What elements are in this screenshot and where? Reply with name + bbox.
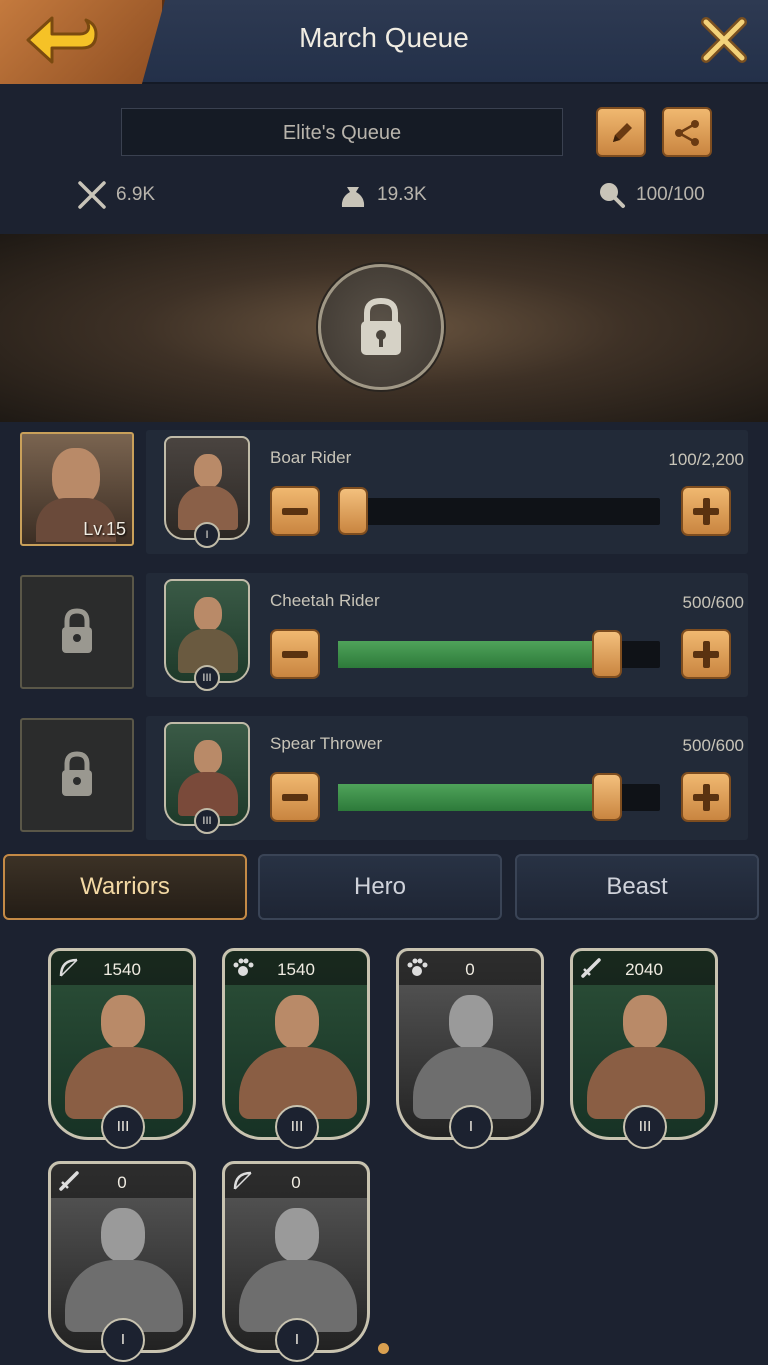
troop-portrait-head bbox=[275, 1208, 319, 1262]
header-bar: March Queue bbox=[0, 0, 768, 84]
troop-card-tier: I bbox=[275, 1318, 319, 1362]
troop-portrait-head bbox=[101, 995, 145, 1049]
troop-card[interactable]: 2040 III bbox=[570, 948, 718, 1149]
meat-icon bbox=[600, 183, 625, 208]
pencil-icon bbox=[613, 123, 632, 142]
troop-card[interactable]: 0I bbox=[222, 1161, 370, 1362]
page-indicator[interactable] bbox=[378, 1343, 389, 1354]
troop-portrait[interactable]: III bbox=[164, 722, 250, 834]
share-icon bbox=[675, 120, 699, 146]
troop-card-count: 0 bbox=[117, 1173, 127, 1192]
troop-name: Cheetah Rider bbox=[270, 591, 380, 610]
food-value: 100/100 bbox=[636, 184, 705, 205]
hero-slot-locked[interactable] bbox=[20, 575, 134, 689]
close-icon[interactable] bbox=[698, 14, 750, 66]
share-button[interactable] bbox=[662, 107, 712, 157]
count-bar: 1540 bbox=[225, 951, 367, 985]
troop-count: 500/600 bbox=[682, 593, 744, 612]
edit-button[interactable] bbox=[596, 107, 646, 157]
troop-slider[interactable] bbox=[338, 773, 660, 821]
troop-portrait-head bbox=[623, 995, 667, 1049]
troop-row: III Spear Thrower 500/600 bbox=[146, 716, 748, 840]
tier-badge: III bbox=[194, 808, 220, 834]
troop-count: 100/2,200 bbox=[668, 450, 744, 469]
load-value: 19.3K bbox=[377, 184, 427, 205]
hero-slot[interactable]: Lv.15 bbox=[20, 432, 134, 546]
troop-portrait-head bbox=[101, 1208, 145, 1262]
troop-card[interactable]: 0I bbox=[396, 948, 544, 1149]
tab-warriors[interactable]: Warriors bbox=[3, 854, 247, 920]
troop-card-tier: III bbox=[101, 1105, 145, 1149]
lock-icon bbox=[361, 297, 401, 355]
slider-thumb[interactable] bbox=[592, 630, 622, 678]
decrease-button[interactable] bbox=[270, 772, 320, 822]
crossed-swords-icon bbox=[78, 181, 106, 209]
troop-card-tier: III bbox=[623, 1105, 667, 1149]
troop-count: 500/600 bbox=[682, 736, 744, 755]
troop-card-tier: I bbox=[449, 1105, 493, 1149]
troop-name: Spear Thrower bbox=[270, 734, 383, 753]
troop-card[interactable]: 0I bbox=[48, 1161, 196, 1362]
decrease-button[interactable] bbox=[270, 629, 320, 679]
slider-thumb[interactable] bbox=[338, 487, 368, 535]
troop-card-tier: I bbox=[101, 1318, 145, 1362]
tab-beast[interactable]: Beast bbox=[515, 854, 759, 920]
hero-slot-locked[interactable] bbox=[20, 718, 134, 832]
page-title: March Queue bbox=[299, 22, 469, 53]
count-bar: 2040 bbox=[573, 951, 715, 985]
troop-portrait[interactable]: III bbox=[164, 579, 250, 691]
decrease-button[interactable] bbox=[270, 486, 320, 536]
troop-portrait[interactable]: I bbox=[164, 436, 250, 548]
lock-icon bbox=[62, 608, 92, 653]
power-stat: 6.9K bbox=[76, 178, 155, 212]
troop-name: Boar Rider bbox=[270, 448, 352, 467]
count-bar: 0 bbox=[225, 1164, 367, 1198]
increase-button[interactable] bbox=[681, 486, 731, 536]
load-stat: 19.3K bbox=[337, 178, 427, 212]
power-value: 6.9K bbox=[116, 184, 156, 205]
queue-name-field[interactable]: Elite's Queue bbox=[121, 108, 563, 156]
troop-card[interactable]: 1540 III bbox=[48, 948, 196, 1149]
increase-button[interactable] bbox=[681, 772, 731, 822]
count-bar: 0 bbox=[399, 951, 541, 985]
hero-level: Lv.15 bbox=[83, 519, 126, 539]
troop-portrait-head bbox=[449, 995, 493, 1049]
sack-icon bbox=[341, 187, 365, 207]
troop-row: III Cheetah Rider 500/600 bbox=[146, 573, 748, 697]
increase-button[interactable] bbox=[681, 629, 731, 679]
food-stat: 100/100 bbox=[596, 178, 705, 212]
tier-badge: III bbox=[194, 665, 220, 691]
troop-card-count: 1540 bbox=[277, 960, 315, 979]
count-bar: 0 bbox=[51, 1164, 193, 1198]
troop-slider[interactable] bbox=[338, 630, 660, 678]
banner-lock-button[interactable] bbox=[318, 264, 444, 390]
slider-thumb[interactable] bbox=[592, 773, 622, 821]
tab-hero[interactable]: Hero bbox=[258, 854, 502, 920]
troop-card-tier: III bbox=[275, 1105, 319, 1149]
troop-card[interactable]: 1540 III bbox=[222, 948, 370, 1149]
troop-card-count: 0 bbox=[465, 960, 475, 979]
troop-card-count: 1540 bbox=[103, 960, 141, 979]
troop-row: I Boar Rider 100/2,200 bbox=[146, 430, 748, 554]
troop-slider[interactable] bbox=[338, 487, 660, 535]
troop-card-count: 0 bbox=[291, 1173, 301, 1192]
slider-fill bbox=[338, 641, 606, 668]
slider-fill bbox=[338, 784, 606, 811]
troop-portrait-head bbox=[275, 995, 319, 1049]
tier-badge: I bbox=[194, 522, 220, 548]
troop-card-count: 2040 bbox=[625, 960, 663, 979]
lock-icon bbox=[62, 751, 92, 796]
count-bar: 1540 bbox=[51, 951, 193, 985]
